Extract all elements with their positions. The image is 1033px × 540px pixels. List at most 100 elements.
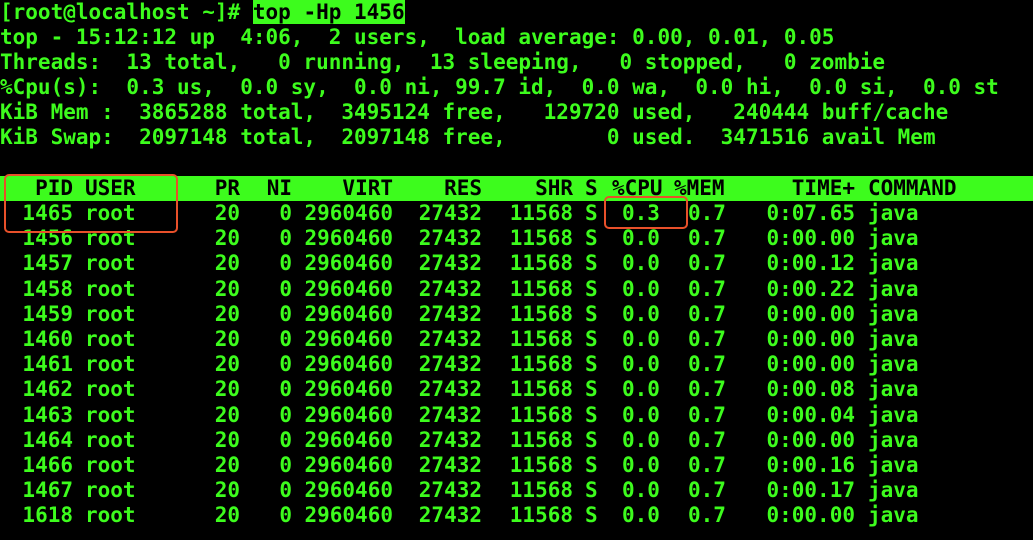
cell-pid: 1459 bbox=[22, 301, 73, 326]
cell-pid: 1618 bbox=[22, 503, 73, 528]
shell-prompt: [root@localhost ~]# bbox=[0, 0, 253, 24]
cell-ni: 0 bbox=[279, 226, 292, 251]
cell-mem: 0.7 bbox=[688, 453, 726, 477]
cell-shr: 11568 bbox=[509, 251, 573, 276]
command-text: top -Hp 1456 bbox=[252, 0, 405, 24]
cell-s: S bbox=[585, 503, 598, 528]
table-row: 1466 root 20 0 2960460 27432 11568 S 0.0 0.7 0:00.… bbox=[0, 453, 1033, 478]
col-pr: PR bbox=[214, 176, 240, 200]
cell-virt: 2960460 bbox=[304, 327, 393, 351]
cell-cpu: 0.0 bbox=[622, 478, 660, 503]
cell-command: java bbox=[868, 226, 919, 251]
cell-virt: 2960460 bbox=[304, 478, 393, 503]
cell-cpu: 0.0 bbox=[622, 226, 660, 251]
cell-shr: 11568 bbox=[509, 402, 573, 427]
cell-virt: 2960460 bbox=[304, 276, 393, 301]
cell-virt: 2960460 bbox=[304, 402, 393, 427]
col-virt: VIRT bbox=[342, 176, 393, 200]
cell-mem: 0.7 bbox=[688, 402, 726, 427]
cell-virt: 2960460 bbox=[304, 453, 393, 477]
cell-res: 27432 bbox=[418, 201, 482, 225]
cell-user: root bbox=[85, 377, 136, 402]
cell-pid: 1460 bbox=[22, 327, 73, 351]
terminal-window[interactable]: [root@localhost ~]# top -Hp 1456 top - 1… bbox=[0, 0, 1033, 540]
cell-mem: 0.7 bbox=[688, 352, 726, 377]
cell-mem: 0.7 bbox=[688, 251, 726, 276]
table-row: 1460 root 20 0 2960460 27432 11568 S 0.0 0.7 0:00.… bbox=[0, 327, 1033, 352]
cell-s: S bbox=[585, 453, 598, 477]
cell-res: 27432 bbox=[418, 427, 482, 452]
cell-pr: 20 bbox=[214, 301, 240, 326]
cell-command: java bbox=[868, 251, 919, 276]
cell-ni: 0 bbox=[279, 402, 292, 427]
cell-ni: 0 bbox=[279, 478, 292, 503]
cell-time: 0:00.00 bbox=[766, 301, 855, 326]
cell-shr: 11568 bbox=[509, 377, 573, 402]
col-pid: PID bbox=[35, 176, 73, 200]
cell-ni: 0 bbox=[279, 377, 292, 402]
cell-mem: 0.7 bbox=[688, 503, 726, 528]
cell-command: java bbox=[868, 276, 919, 301]
cell-cpu: 0.0 bbox=[622, 301, 660, 326]
cell-mem: 0.7 bbox=[688, 427, 726, 452]
cell-cpu: 0.0 bbox=[622, 377, 660, 402]
cell-command: java bbox=[868, 503, 919, 528]
cell-pr: 20 bbox=[214, 377, 240, 402]
cell-pid: 1457 bbox=[22, 251, 73, 276]
cell-shr: 11568 bbox=[509, 427, 573, 452]
cell-s: S bbox=[585, 201, 598, 225]
cell-pr: 20 bbox=[214, 327, 240, 351]
cell-shr: 11568 bbox=[509, 478, 573, 503]
swap-summary: KiB Swap: 2097148 total, 2097148 free, 0… bbox=[0, 125, 936, 149]
cell-s: S bbox=[585, 327, 598, 351]
table-row: 1459 root 20 0 2960460 27432 11568 S 0.0 0.7 0:00.… bbox=[0, 302, 1033, 327]
cell-mem: 0.7 bbox=[688, 327, 726, 351]
cell-cpu: 0.0 bbox=[622, 402, 660, 427]
cell-pr: 20 bbox=[214, 427, 240, 452]
cell-user: root bbox=[85, 402, 136, 427]
cell-pid: 1465 bbox=[22, 201, 73, 225]
cpu-summary: %Cpu(s): 0.3 us, 0.0 sy, 0.0 ni, 99.7 id… bbox=[0, 75, 999, 99]
cell-ni: 0 bbox=[279, 327, 292, 351]
cell-virt: 2960460 bbox=[304, 251, 393, 276]
cell-shr: 11568 bbox=[509, 201, 573, 225]
col-cpu: %CPU bbox=[612, 176, 663, 200]
cell-ni: 0 bbox=[279, 453, 292, 477]
cell-user: root bbox=[85, 226, 136, 251]
cell-res: 27432 bbox=[418, 301, 482, 326]
cell-res: 27432 bbox=[418, 503, 482, 528]
cell-time: 0:07.65 bbox=[766, 201, 855, 225]
cell-shr: 11568 bbox=[509, 327, 573, 351]
col-res: RES bbox=[444, 176, 482, 200]
cell-pid: 1467 bbox=[22, 478, 73, 503]
cell-virt: 2960460 bbox=[304, 377, 393, 402]
cell-s: S bbox=[585, 251, 598, 276]
cell-shr: 11568 bbox=[509, 226, 573, 251]
cell-time: 0:00.00 bbox=[766, 352, 855, 377]
cell-pid: 1466 bbox=[22, 453, 73, 477]
threads-summary: Threads: 13 total, 0 running, 13 sleepin… bbox=[0, 50, 886, 74]
cell-ni: 0 bbox=[279, 427, 292, 452]
cell-shr: 11568 bbox=[509, 301, 573, 326]
cell-pid: 1456 bbox=[22, 226, 73, 251]
cell-user: root bbox=[85, 478, 136, 503]
cell-cpu: 0.0 bbox=[622, 276, 660, 301]
cell-cpu: 0.3 bbox=[622, 201, 660, 225]
process-table-header: PID USER PR NI VIRT RES SHR S %CPU %MEM … bbox=[0, 176, 1033, 201]
cell-pr: 20 bbox=[214, 226, 240, 251]
cell-s: S bbox=[585, 352, 598, 377]
cell-pr: 20 bbox=[214, 453, 240, 477]
cell-pid: 1463 bbox=[22, 402, 73, 427]
cell-pr: 20 bbox=[214, 352, 240, 377]
cell-user: root bbox=[85, 301, 136, 326]
cell-res: 27432 bbox=[418, 352, 482, 377]
cell-command: java bbox=[868, 453, 919, 477]
cell-command: java bbox=[868, 478, 919, 503]
cell-cpu: 0.0 bbox=[622, 327, 660, 351]
cell-user: root bbox=[85, 201, 136, 225]
cell-pid: 1461 bbox=[22, 352, 73, 377]
cell-s: S bbox=[585, 402, 598, 427]
table-row: 1461 root 20 0 2960460 27432 11568 S 0.0 0.7 0:00.… bbox=[0, 352, 1033, 377]
table-row: 1456 root 20 0 2960460 27432 11568 S 0.0 0.7 0:00.… bbox=[0, 226, 1033, 251]
cell-res: 27432 bbox=[418, 453, 482, 477]
